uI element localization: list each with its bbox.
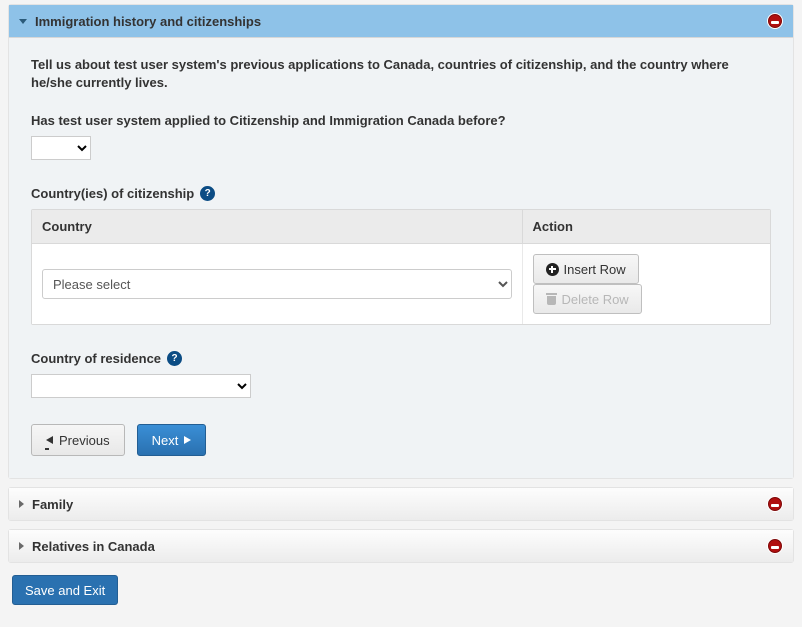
trash-icon: [546, 293, 557, 305]
section-family-title: Family: [32, 497, 767, 512]
section-relatives-header[interactable]: Relatives in Canada: [9, 530, 793, 562]
section-immigration-header[interactable]: Immigration history and citizenships: [9, 5, 793, 38]
applied-before-label: Has test user system applied to Citizens…: [31, 113, 771, 128]
status-incomplete-icon: [767, 13, 783, 29]
country-select[interactable]: Please select: [42, 269, 512, 299]
residence-block: Country of residence ?: [31, 351, 771, 398]
section-immigration-body: Tell us about test user system's previou…: [9, 38, 793, 478]
col-country: Country: [32, 210, 522, 244]
status-incomplete-icon: [767, 496, 783, 512]
intro-text: Tell us about test user system's previou…: [31, 56, 771, 91]
col-action: Action: [522, 210, 770, 244]
section-family: Family: [8, 487, 794, 521]
help-icon[interactable]: ?: [167, 351, 182, 366]
applied-before-select[interactable]: [31, 136, 91, 160]
residence-select[interactable]: [31, 374, 251, 398]
status-incomplete-icon: [767, 538, 783, 554]
save-and-exit-button[interactable]: Save and Exit: [12, 575, 118, 605]
section-relatives-title: Relatives in Canada: [32, 539, 767, 554]
section-relatives: Relatives in Canada: [8, 529, 794, 563]
citizenship-table: Country Action Please select: [31, 209, 771, 325]
citizenship-label: Country(ies) of citizenship ?: [31, 186, 771, 201]
section-immigration: Immigration history and citizenships Tel…: [8, 4, 794, 479]
next-button[interactable]: Next: [137, 424, 207, 456]
caret-down-icon: [19, 19, 27, 24]
section-immigration-title: Immigration history and citizenships: [35, 14, 767, 29]
delete-row-button: Delete Row: [533, 284, 642, 314]
citizenship-block: Country(ies) of citizenship ? Country Ac…: [31, 186, 771, 325]
section-family-header[interactable]: Family: [9, 488, 793, 520]
arrow-left-icon: [46, 436, 53, 444]
caret-right-icon: [19, 500, 24, 508]
nav-row: Previous Next: [31, 424, 771, 456]
plus-circle-icon: [546, 263, 559, 276]
help-icon[interactable]: ?: [200, 186, 215, 201]
arrow-right-icon: [184, 436, 191, 444]
residence-label: Country of residence ?: [31, 351, 771, 366]
applied-before-field: Has test user system applied to Citizens…: [31, 113, 771, 160]
previous-button[interactable]: Previous: [31, 424, 125, 456]
insert-row-button[interactable]: Insert Row: [533, 254, 639, 284]
table-row: Please select Insert Row: [32, 244, 770, 325]
caret-right-icon: [19, 542, 24, 550]
